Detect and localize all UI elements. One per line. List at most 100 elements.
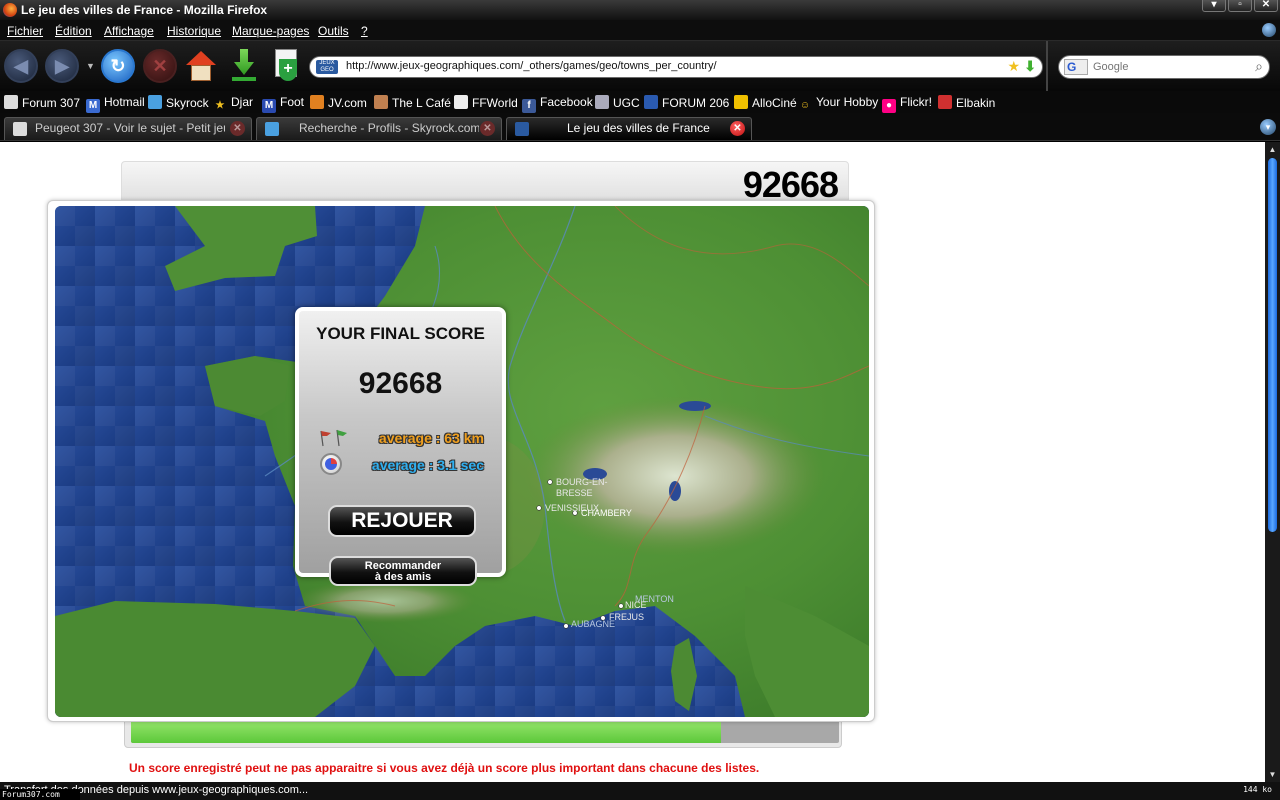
close-tab-icon[interactable]: ✕	[480, 121, 495, 136]
address-bar[interactable]: JEUX GEO http://www.jeux-geographiques.c…	[309, 56, 1043, 78]
home-icon-body	[191, 65, 211, 81]
forum-watermark: Forum307.com	[0, 789, 80, 800]
bookmark-jv-com[interactable]: JV.com	[310, 95, 367, 110]
menu-historique[interactable]: Historique	[167, 24, 221, 38]
status-bar: Transfert des données depuis www.jeux-ge…	[0, 782, 1280, 800]
menu-fichier[interactable]: Fichier	[7, 24, 43, 38]
score-header: 92668	[121, 161, 849, 205]
search-icon[interactable]: ⌕	[1255, 58, 1263, 75]
scroll-up-icon[interactable]: ▲	[1267, 144, 1278, 155]
town-label: BRESSE	[556, 488, 593, 498]
bookmark-ffworld[interactable]: FFWorld	[454, 95, 518, 110]
bookmark-label: UGC	[613, 96, 640, 110]
tab-label: Peugeot 307 - Voir le sujet - Petit jeu …	[35, 121, 225, 135]
history-dropdown-icon[interactable]: ▼	[86, 61, 95, 71]
back-button[interactable]: ◀	[4, 49, 38, 83]
forum206-icon	[644, 95, 658, 109]
search-input[interactable]	[1093, 59, 1243, 75]
bookmark-label: Djar	[231, 95, 254, 109]
bookmarks-toolbar: Forum 307 M Hotmail Skyrock ★ Djar M Foot JV.com…	[0, 91, 1280, 113]
elbakin-icon	[938, 95, 952, 109]
close-tab-icon[interactable]: ✕	[730, 121, 745, 136]
tab-peugeot[interactable]: Peugeot 307 - Voir le sujet - Petit jeu …	[4, 117, 252, 140]
average-time: average : 3.1 sec	[371, 457, 484, 473]
forward-button[interactable]: ▶	[45, 49, 79, 83]
bookmark-your-hobby[interactable]: ☺ Your Hobby	[798, 95, 878, 113]
score-warning: Un score enregistré peut ne pas apparait…	[129, 761, 760, 775]
firefox-window: Le jeu des villes de France - Mozilla Fi…	[0, 0, 1280, 800]
download-bar-icon	[232, 77, 256, 81]
security-addon-button[interactable]: +	[271, 49, 301, 83]
menu-edition[interactable]: Édition	[55, 24, 92, 38]
stop-button[interactable]: ✕	[143, 49, 177, 83]
town-label: AUBAGNE	[571, 619, 615, 629]
bookmark-the-l-caf-[interactable]: The L Café	[374, 95, 451, 110]
bookmark-label: FFWorld	[472, 96, 518, 110]
forum307-icon	[4, 95, 18, 109]
tab-list-icon[interactable]: ▾	[1260, 119, 1276, 135]
ffworld-icon	[454, 95, 468, 109]
bookmark-star-icon[interactable]: ★	[1007, 58, 1020, 75]
replay-button[interactable]: REJOUER	[328, 505, 476, 537]
town-label: CHAMBERY	[581, 508, 632, 518]
forward-arrow-icon: ▶	[55, 56, 69, 76]
scroll-down-icon[interactable]: ▼	[1267, 769, 1278, 780]
bookmark-djar[interactable]: ★ Djar	[213, 95, 254, 113]
tab-favicon-icon	[13, 122, 27, 136]
maximize-button[interactable]: ▫	[1228, 0, 1252, 12]
bookmark-forum-206[interactable]: FORUM 206	[644, 95, 729, 110]
close-window-button[interactable]: ✕	[1254, 0, 1278, 12]
window-controls: ▾ ▫ ✕	[1202, 0, 1278, 12]
bookmark-ugc[interactable]: UGC	[595, 95, 640, 110]
menu-marque-pages[interactable]: Marque-pages	[232, 24, 309, 38]
tab-favicon-icon	[515, 122, 529, 136]
site-favicon-icon: JEUX GEO	[316, 60, 338, 74]
search-engine-icon[interactable]: G	[1064, 59, 1088, 75]
bookmark-elbakin[interactable]: Elbakin	[938, 95, 995, 110]
town-label: NICE	[625, 600, 647, 610]
tab-jeu-villes[interactable]: Le jeu des villes de France ✕	[506, 117, 752, 140]
reload-button[interactable]: ↻	[101, 49, 135, 83]
search-bar[interactable]: G ⌕	[1058, 55, 1270, 79]
average-distance: average : 63 km	[378, 430, 484, 446]
minimize-button[interactable]: ▾	[1202, 0, 1226, 12]
bookmark-foot[interactable]: M Foot	[262, 95, 304, 113]
jv-icon	[310, 95, 324, 109]
tab-favicon-icon	[265, 122, 279, 136]
close-tab-icon[interactable]: ✕	[230, 121, 245, 136]
recommend-button[interactable]: Recommander à des amis	[329, 556, 477, 586]
final-score-value: 92668	[358, 367, 443, 400]
home-button[interactable]	[186, 49, 216, 83]
activity-globe-icon	[1262, 23, 1276, 37]
bookmark-label: FORUM 206	[662, 96, 730, 110]
menu-help[interactable]: ?	[361, 24, 368, 38]
menu-outils[interactable]: Outils	[318, 24, 349, 38]
bookmark-skyrock[interactable]: Skyrock	[148, 95, 209, 110]
bookmark-flickr-[interactable]: ● Flickr!	[882, 95, 932, 113]
bookmark-facebook[interactable]: f Facebook	[522, 95, 593, 113]
window-title: Le jeu des villes de France - Mozilla Fi…	[21, 3, 268, 17]
scrollbar-thumb[interactable]	[1268, 158, 1277, 532]
bookmark-label: JV.com	[328, 96, 367, 110]
go-arrow-icon[interactable]: ⬇	[1024, 58, 1036, 75]
town-label: BOURG-EN-	[556, 477, 608, 487]
bookmark-label: Elbakin	[956, 96, 996, 110]
tab-skyrock[interactable]: Recherche - Profils - Skyrock.com ✕	[256, 117, 502, 140]
timer-icon	[320, 453, 342, 475]
download-arrow-icon	[234, 49, 254, 75]
smiley-icon: ☺	[799, 100, 811, 111]
lcafe-icon	[374, 95, 388, 109]
bookmark-allocin-[interactable]: AlloCiné	[734, 95, 797, 110]
downloads-button[interactable]	[230, 49, 258, 83]
bookmark-label: Hotmail	[104, 95, 145, 109]
bookmark-forum-307[interactable]: Forum 307	[4, 95, 80, 110]
bookmark-label: The L Café	[392, 96, 451, 110]
url-text[interactable]: http://www.jeux-geographiques.com/_other…	[346, 60, 717, 72]
bookmark-hotmail[interactable]: M Hotmail	[86, 95, 145, 113]
ugc-icon	[595, 95, 609, 109]
menu-affichage[interactable]: Affichage	[104, 24, 154, 38]
flickr-icon: ●	[882, 99, 896, 113]
recommend-line-2: à des amis	[374, 571, 432, 583]
distance-flags-icon	[320, 429, 347, 447]
vertical-scrollbar[interactable]: ▲ ▼	[1265, 142, 1280, 782]
